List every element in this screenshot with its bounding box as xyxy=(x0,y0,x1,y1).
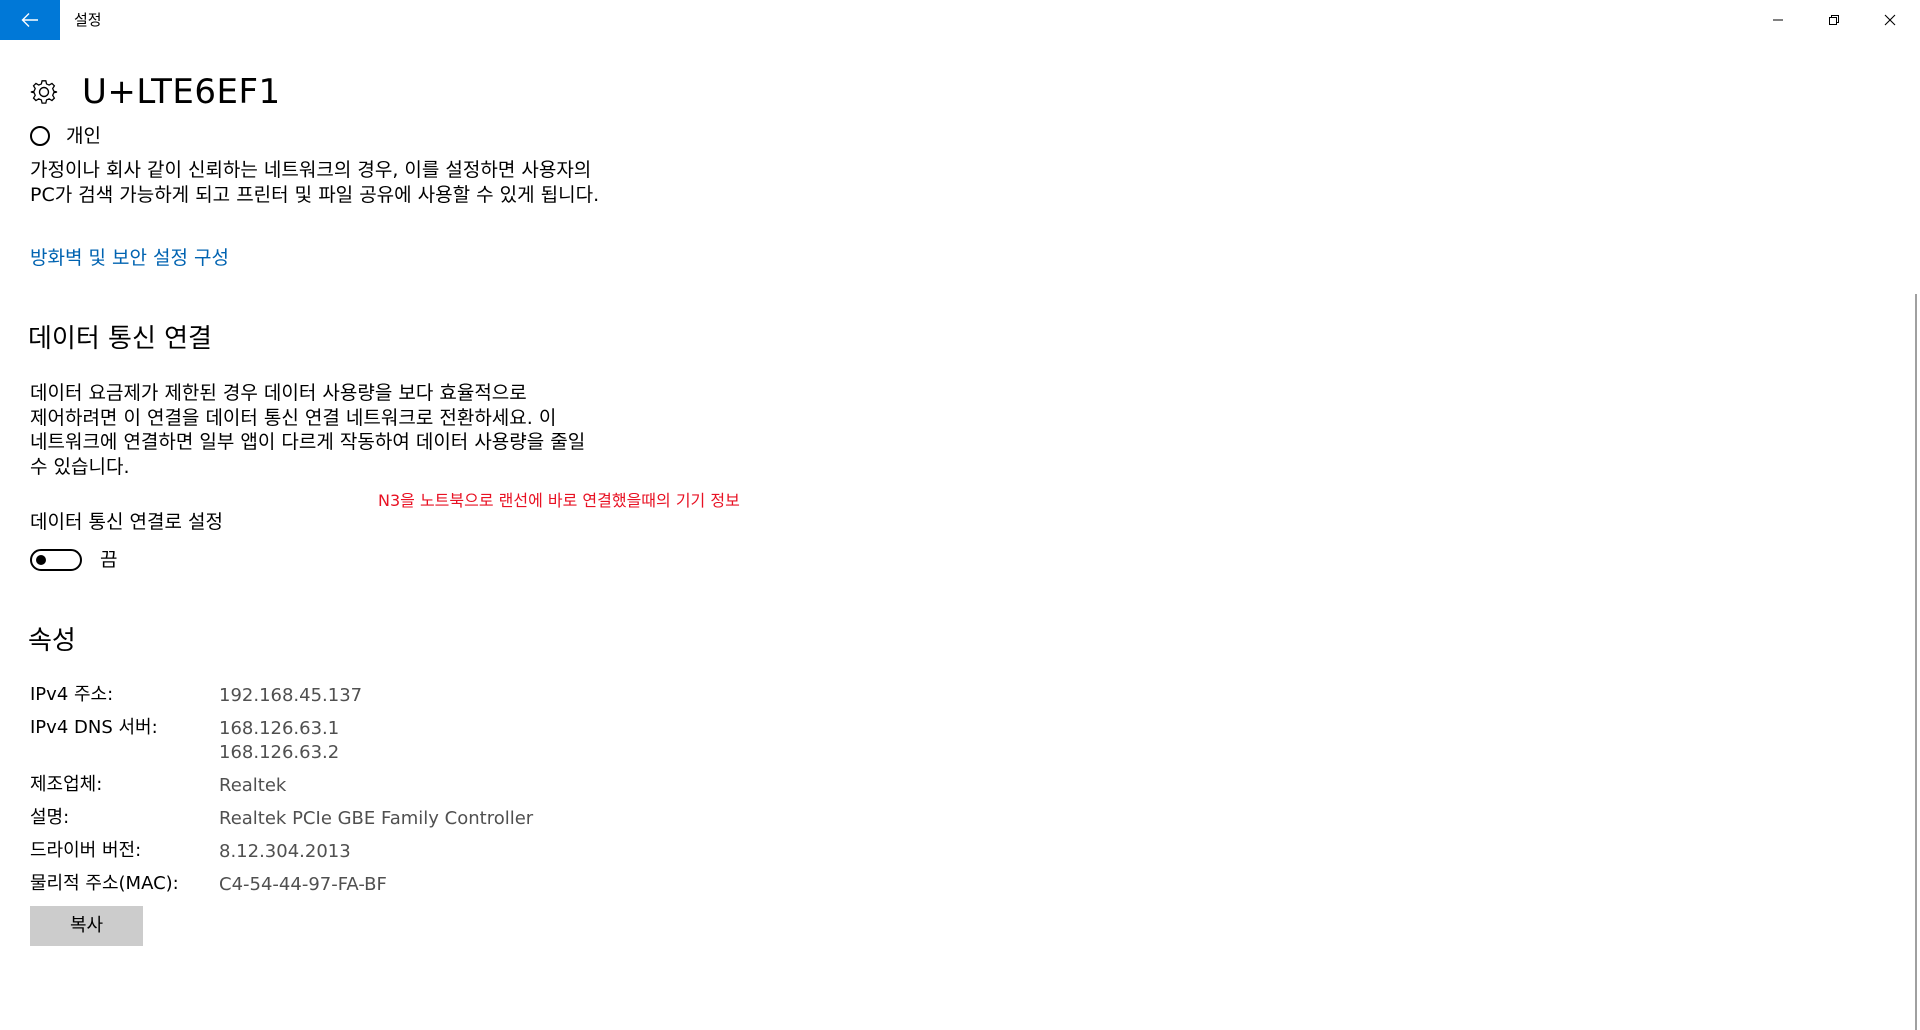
metered-toggle-row[interactable]: 끔 xyxy=(30,548,117,572)
dns-value-2: 168.126.63.2 xyxy=(219,742,340,763)
settings-window: 설정 U+LTE6EF1 개인 가정이나 회사 같이 신뢰하는 네트워크의 경우… xyxy=(0,0,1920,1030)
arrow-left-icon xyxy=(21,13,38,27)
toggle-knob xyxy=(36,555,46,565)
mac-address-value: C4-54-44-97-FA-BF xyxy=(219,874,387,895)
private-radio-button[interactable] xyxy=(30,126,50,146)
close-icon xyxy=(1884,14,1896,26)
restore-icon xyxy=(1829,15,1839,25)
close-button[interactable] xyxy=(1862,0,1918,40)
manufacturer-label: 제조업체: xyxy=(30,774,103,795)
ipv4-label: IPv4 주소: xyxy=(30,684,114,705)
description-label: 설명: xyxy=(30,807,70,828)
back-button[interactable] xyxy=(0,0,60,40)
minimize-button[interactable] xyxy=(1750,0,1806,40)
properties-heading: 속성 xyxy=(28,626,76,656)
page-title: U+LTE6EF1 xyxy=(82,72,281,112)
dns-label: IPv4 DNS 서버: xyxy=(30,717,158,738)
firewall-settings-link[interactable]: 방화벽 및 보안 설정 구성 xyxy=(30,246,229,270)
page-heading: U+LTE6EF1 xyxy=(30,72,281,112)
dns-value-1: 168.126.63.1 xyxy=(219,718,340,739)
private-radio-option[interactable]: 개인 xyxy=(30,124,101,148)
minimize-icon xyxy=(1773,19,1783,21)
description-value: Realtek PCIe GBE Family Controller xyxy=(219,808,534,829)
metered-toggle-switch[interactable] xyxy=(30,549,82,571)
ipv4-value: 192.168.45.137 xyxy=(219,685,363,706)
metered-connection-heading: 데이터 통신 연결 xyxy=(28,324,212,354)
metered-toggle-label: 데이터 통신 연결로 설정 xyxy=(30,511,223,533)
vertical-scrollbar[interactable] xyxy=(1912,40,1920,1030)
private-radio-label: 개인 xyxy=(66,125,101,147)
gear-icon xyxy=(30,80,58,104)
driver-version-label: 드라이버 버전: xyxy=(30,840,142,861)
scrollbar-thumb[interactable] xyxy=(1915,294,1917,1030)
metered-description: 데이터 요금제가 제한된 경우 데이터 사용량을 보다 효율적으로 제어하려면 … xyxy=(30,382,586,478)
annotation-note: N3을 노트북으로 랜선에 바로 연결했을때의 기기 정보 xyxy=(378,491,740,510)
app-title: 설정 xyxy=(74,11,102,29)
manufacturer-value: Realtek xyxy=(219,775,287,796)
toggle-state-label: 끔 xyxy=(100,549,118,571)
copy-button[interactable]: 복사 xyxy=(30,906,143,946)
title-bar: 설정 xyxy=(0,0,1920,40)
private-description: 가정이나 회사 같이 신뢰하는 네트워크의 경우, 이를 설정하면 사용자의 P… xyxy=(30,159,600,206)
driver-version-value: 8.12.304.2013 xyxy=(219,841,351,862)
restore-button[interactable] xyxy=(1806,0,1862,40)
mac-address-label: 물리적 주소(MAC): xyxy=(30,873,179,894)
